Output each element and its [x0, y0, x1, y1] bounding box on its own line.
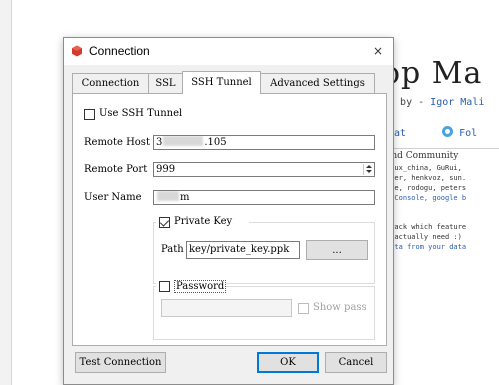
follow-link-label: Fol — [459, 128, 478, 139]
private-key-checkbox[interactable] — [159, 217, 170, 228]
spinner-arrows-icon[interactable] — [363, 164, 373, 175]
password-input[interactable] — [161, 299, 292, 317]
remote-port-label: Remote Port — [84, 164, 148, 175]
remote-host-value-start: 3 — [156, 137, 163, 148]
tab-advanced-settings[interactable]: Advanced Settings — [260, 73, 375, 93]
background-headline: op Ma — [382, 56, 483, 91]
background-byline: ed by - Igor Mali — [382, 97, 484, 108]
left-edge-bar — [0, 0, 12, 385]
use-ssh-tunnel-label: Use SSH Tunnel — [99, 108, 183, 119]
feature-box: track which feature u actually need :) d… — [382, 220, 499, 260]
tab-ssl[interactable]: SSL — [148, 73, 183, 93]
feature-line: track which feature — [386, 223, 467, 231]
private-key-path-input[interactable]: key/private_key.ppk — [186, 241, 300, 259]
remote-port-spinbox[interactable]: 999 — [153, 162, 375, 177]
redacted-blur — [163, 136, 204, 146]
browse-button[interactable]: ... — [306, 240, 368, 260]
user-name-value-end: m — [180, 192, 190, 203]
close-icon[interactable]: × — [365, 40, 391, 62]
community-link[interactable]: QtConsole, google b — [386, 193, 499, 203]
community-heading: and Community — [386, 151, 459, 161]
feature-link[interactable]: data from your data — [386, 242, 499, 252]
use-ssh-tunnel-checkbox[interactable] — [84, 109, 95, 120]
test-connection-button[interactable]: Test Connection — [75, 352, 166, 373]
community-line: one, rodogu, peters — [386, 184, 467, 192]
community-line: inux_china, GuRui, — [386, 164, 462, 172]
remote-port-value: 999 — [156, 164, 176, 175]
app-logo-icon — [72, 45, 82, 57]
show-pass-label: Show pass — [313, 302, 367, 313]
tab-ssh-tunnel[interactable]: SSH Tunnel — [182, 71, 261, 94]
github-icon — [442, 126, 454, 137]
user-name-label: User Name — [84, 192, 142, 203]
ssh-tunnel-panel: Use SSH Tunnel Remote Host 3 .105 Remote … — [72, 93, 387, 346]
dialog-title: Connection — [89, 44, 150, 58]
byline-author-link[interactable]: Igor Mali — [430, 97, 484, 108]
connection-dialog: Connection × Connection SSL SSH Tunnel A… — [63, 37, 394, 385]
feature-line: u actually need :) — [386, 233, 462, 241]
tab-connection[interactable]: Connection — [72, 73, 149, 93]
remote-host-value-end: .105 — [204, 137, 227, 148]
remote-host-input[interactable]: 3 .105 — [153, 135, 375, 150]
remote-host-label: Remote Host — [84, 137, 150, 148]
dialog-titlebar[interactable]: Connection × — [64, 38, 393, 65]
password-checkbox[interactable] — [159, 281, 170, 292]
redacted-blur — [157, 191, 179, 201]
show-pass-checkbox[interactable] — [298, 303, 309, 314]
user-name-input[interactable]: m — [153, 190, 375, 205]
private-key-label: Private Key — [174, 216, 233, 227]
password-label: Password — [174, 280, 227, 293]
path-label: Path — [161, 244, 184, 255]
cancel-button[interactable]: Cancel — [325, 352, 387, 373]
ok-button[interactable]: OK — [257, 352, 319, 373]
community-line: cier, henkvoz, sun. — [386, 174, 467, 182]
follow-link[interactable]: Fol — [442, 126, 478, 139]
community-box: and Community inux_china, GuRui, cier, h… — [382, 148, 499, 218]
background-links: Chat Fol — [382, 126, 477, 139]
